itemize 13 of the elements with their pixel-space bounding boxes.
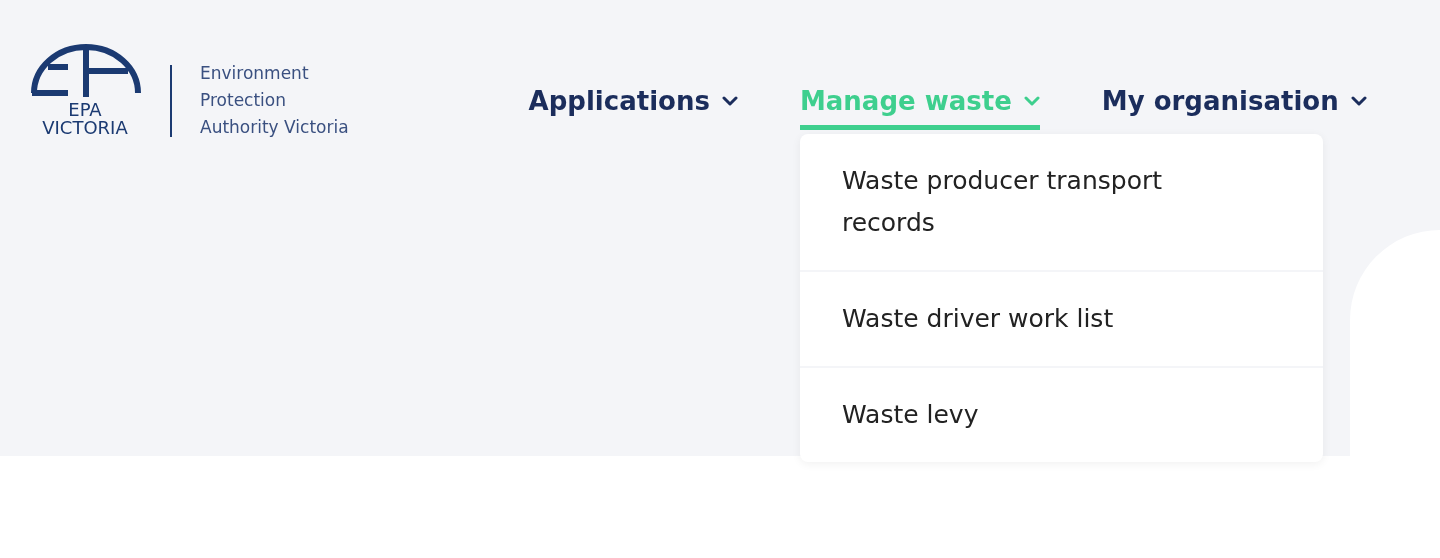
logo-text: VICTORIA	[42, 118, 128, 137]
agency-name-text: Authority Victoria	[200, 116, 349, 139]
nav-menu-button[interactable]: My organisation	[1101, 82, 1367, 130]
chevron-down-icon	[1350, 96, 1367, 107]
nav-menu-button[interactable]: Applications	[528, 82, 738, 130]
agency-name-text: Environment	[200, 62, 310, 85]
dropdown-menu-item[interactable]: Waste producer transport records	[799, 134, 1323, 270]
dropdown-menu-item[interactable]: Waste driver work list	[799, 270, 1323, 366]
logo-text: EPA	[68, 100, 102, 119]
agency-name-text: Protection	[200, 89, 287, 112]
chevron-down-icon	[721, 96, 738, 107]
chevron-down-icon	[1023, 96, 1040, 107]
dropdown-menu-item[interactable]: Waste levy	[799, 366, 1323, 462]
